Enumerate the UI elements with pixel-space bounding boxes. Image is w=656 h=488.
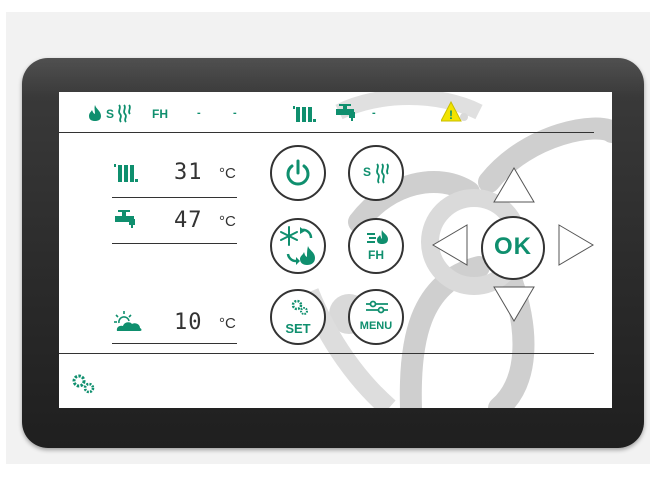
settings-icon[interactable] — [71, 373, 97, 395]
flame-icon — [367, 230, 388, 244]
solar-button[interactable]: S — [348, 145, 404, 201]
menu-button[interactable]: MENU — [348, 289, 404, 345]
sliders-icon — [366, 300, 388, 314]
ok-button[interactable]: OK — [481, 216, 545, 280]
sun-cloud-icon — [114, 311, 142, 331]
ok-label: OK — [494, 233, 532, 260]
radiator-icon — [293, 106, 316, 122]
outdoor-temp-unit: °C — [219, 315, 236, 332]
arrow-up-icon[interactable] — [492, 166, 536, 204]
outdoor-temp-value: 10 — [174, 310, 203, 335]
power-icon — [286, 159, 310, 186]
status-dash-3: - — [372, 107, 376, 119]
heat-wave-icon — [376, 163, 389, 184]
snowflake-icon — [280, 226, 315, 265]
status-dash-2: - — [233, 107, 237, 119]
hot-water-underline — [112, 243, 237, 244]
warning-mark: ! — [449, 108, 453, 122]
outdoor-underline — [112, 343, 237, 344]
heating-temp-value: 31 — [174, 160, 203, 185]
settings-icon — [291, 299, 308, 315]
heat-wave-icon — [118, 104, 131, 123]
set-label: SET — [285, 321, 311, 336]
status-separator — [59, 132, 594, 133]
status-dash-1: - — [197, 107, 201, 119]
arrow-down-icon[interactable] — [492, 285, 536, 323]
status-s-label: S — [106, 107, 115, 121]
tap-icon — [115, 210, 135, 228]
menu-label: MENU — [359, 320, 393, 332]
heating-temp-unit: °C — [219, 165, 236, 182]
tap-icon — [336, 104, 355, 121]
arrow-left-icon[interactable] — [431, 223, 469, 267]
mode-button[interactable] — [270, 218, 326, 274]
radiator-icon — [114, 164, 138, 182]
set-button[interactable]: SET — [270, 289, 326, 345]
footer-separator — [59, 353, 594, 354]
solar-s-label: S — [363, 165, 372, 179]
power-button[interactable] — [270, 145, 326, 201]
flame-icon — [89, 105, 101, 121]
hot-water-temp-value: 47 — [174, 208, 203, 233]
floor-heating-label: FH — [368, 248, 384, 262]
heating-underline — [112, 197, 237, 198]
floor-heating-button[interactable]: FH — [348, 218, 404, 274]
hot-water-temp-unit: °C — [219, 213, 236, 230]
warning-icon: ! — [441, 101, 468, 122]
status-fh-label: FH — [152, 107, 168, 121]
touch-screen: S FH - - - ! 31 °C 47 °C 10 °C SET S FH … — [59, 92, 612, 408]
arrow-right-icon[interactable] — [557, 223, 595, 267]
